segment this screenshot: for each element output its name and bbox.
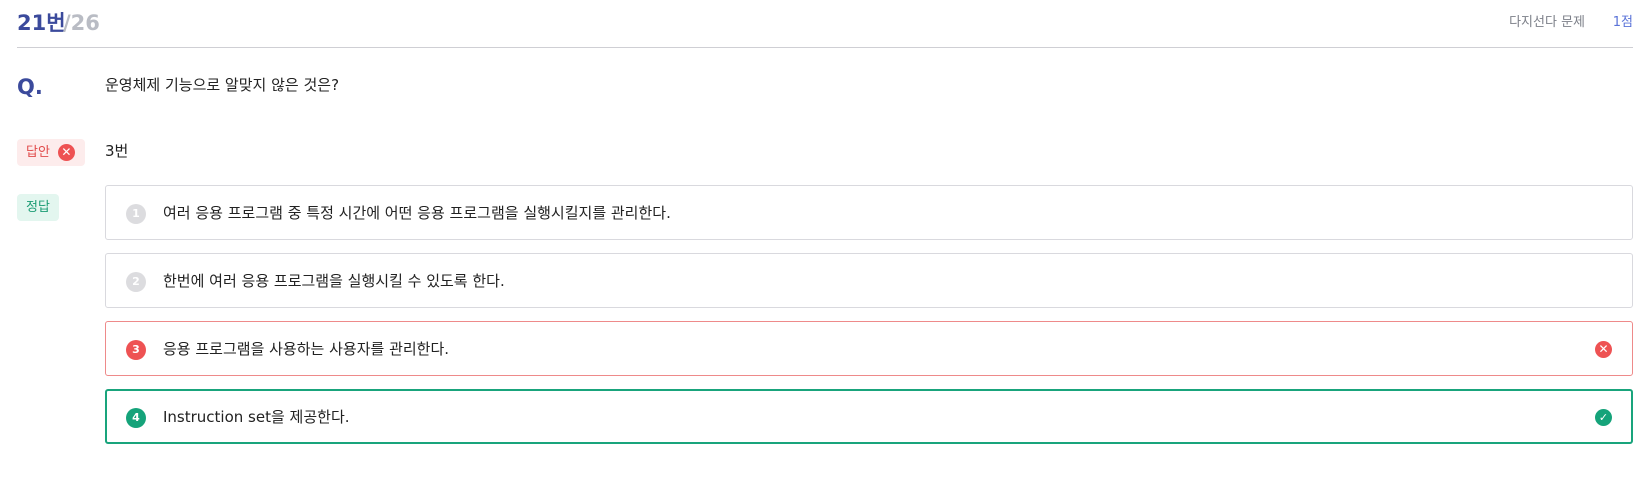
option-text: 여러 응용 프로그램 중 특정 시간에 어떤 응용 프로그램을 실행시킬지를 관… [163,204,671,222]
question-text: 운영체제 기능으로 알맞지 않은 것은? [105,76,340,94]
x-circle-icon: ✕ [57,144,75,161]
option-number-badge: 1 [126,204,146,224]
option-number-badge: 2 [126,272,146,292]
correct-answer-label: 정답 [26,199,50,215]
option-text: 응용 프로그램을 사용하는 사용자를 관리한다. [163,340,450,358]
question-type: 다지선다 문제 [1509,15,1585,30]
question-header: 21번 /26 다지선다 문제 1점 [17,0,1633,48]
my-answer-value: 3번 [105,142,129,160]
option-1[interactable]: 1 여러 응용 프로그램 중 특정 시간에 어떤 응용 프로그램을 실행시킬지를… [105,185,1633,240]
option-4[interactable]: 4 Instruction set을 제공한다. ✓ [105,389,1633,444]
question-label: Q. [17,75,43,99]
correct-answer-badge: 정답 [17,194,59,221]
quiz-result-page: 21번 /26 다지선다 문제 1점 Q. 운영체제 기능으로 알맞지 않은 것… [0,0,1650,477]
question-number: 21번 [17,11,66,35]
option-2[interactable]: 2 한번에 여러 응용 프로그램을 실행시킬 수 있도록 한다. [105,253,1633,308]
option-number-badge: 4 [126,408,146,428]
check-circle-icon: ✓ [1595,409,1612,426]
x-circle-icon: ✕ [1595,341,1612,358]
my-answer-label: 답안 [26,144,50,160]
option-3[interactable]: 3 응용 프로그램을 사용하는 사용자를 관리한다. ✕ [105,321,1633,376]
option-text: 한번에 여러 응용 프로그램을 실행시킬 수 있도록 한다. [163,272,505,290]
question-score: 1점 [1612,15,1633,30]
my-answer-badge: 답안 ✕ [17,139,85,166]
option-number-badge: 3 [126,340,146,360]
option-text: Instruction set을 제공한다. [163,408,350,426]
question-total: /26 [63,11,100,35]
